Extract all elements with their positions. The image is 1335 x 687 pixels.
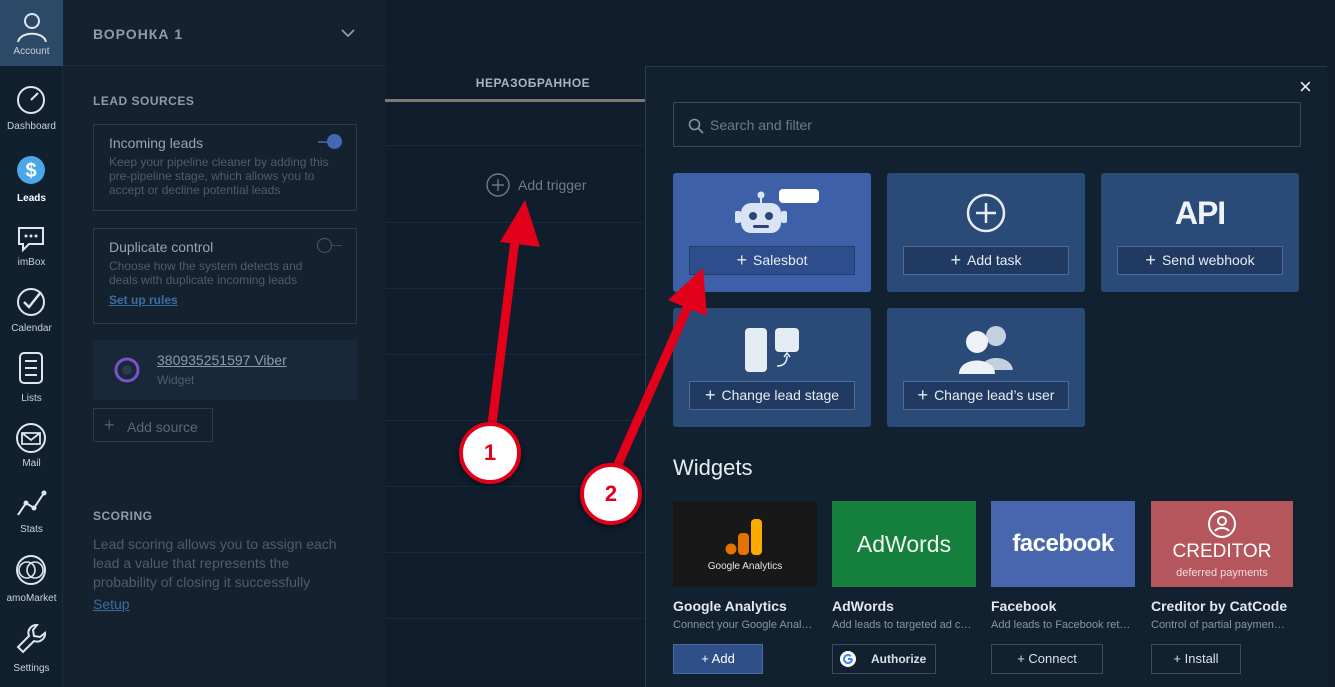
arrow-2 [607, 268, 707, 483]
arrow-1 [485, 200, 540, 445]
callout-2: 2 [580, 463, 642, 525]
callout-1: 1 [459, 422, 521, 484]
annotation-arrows [485, 200, 707, 483]
